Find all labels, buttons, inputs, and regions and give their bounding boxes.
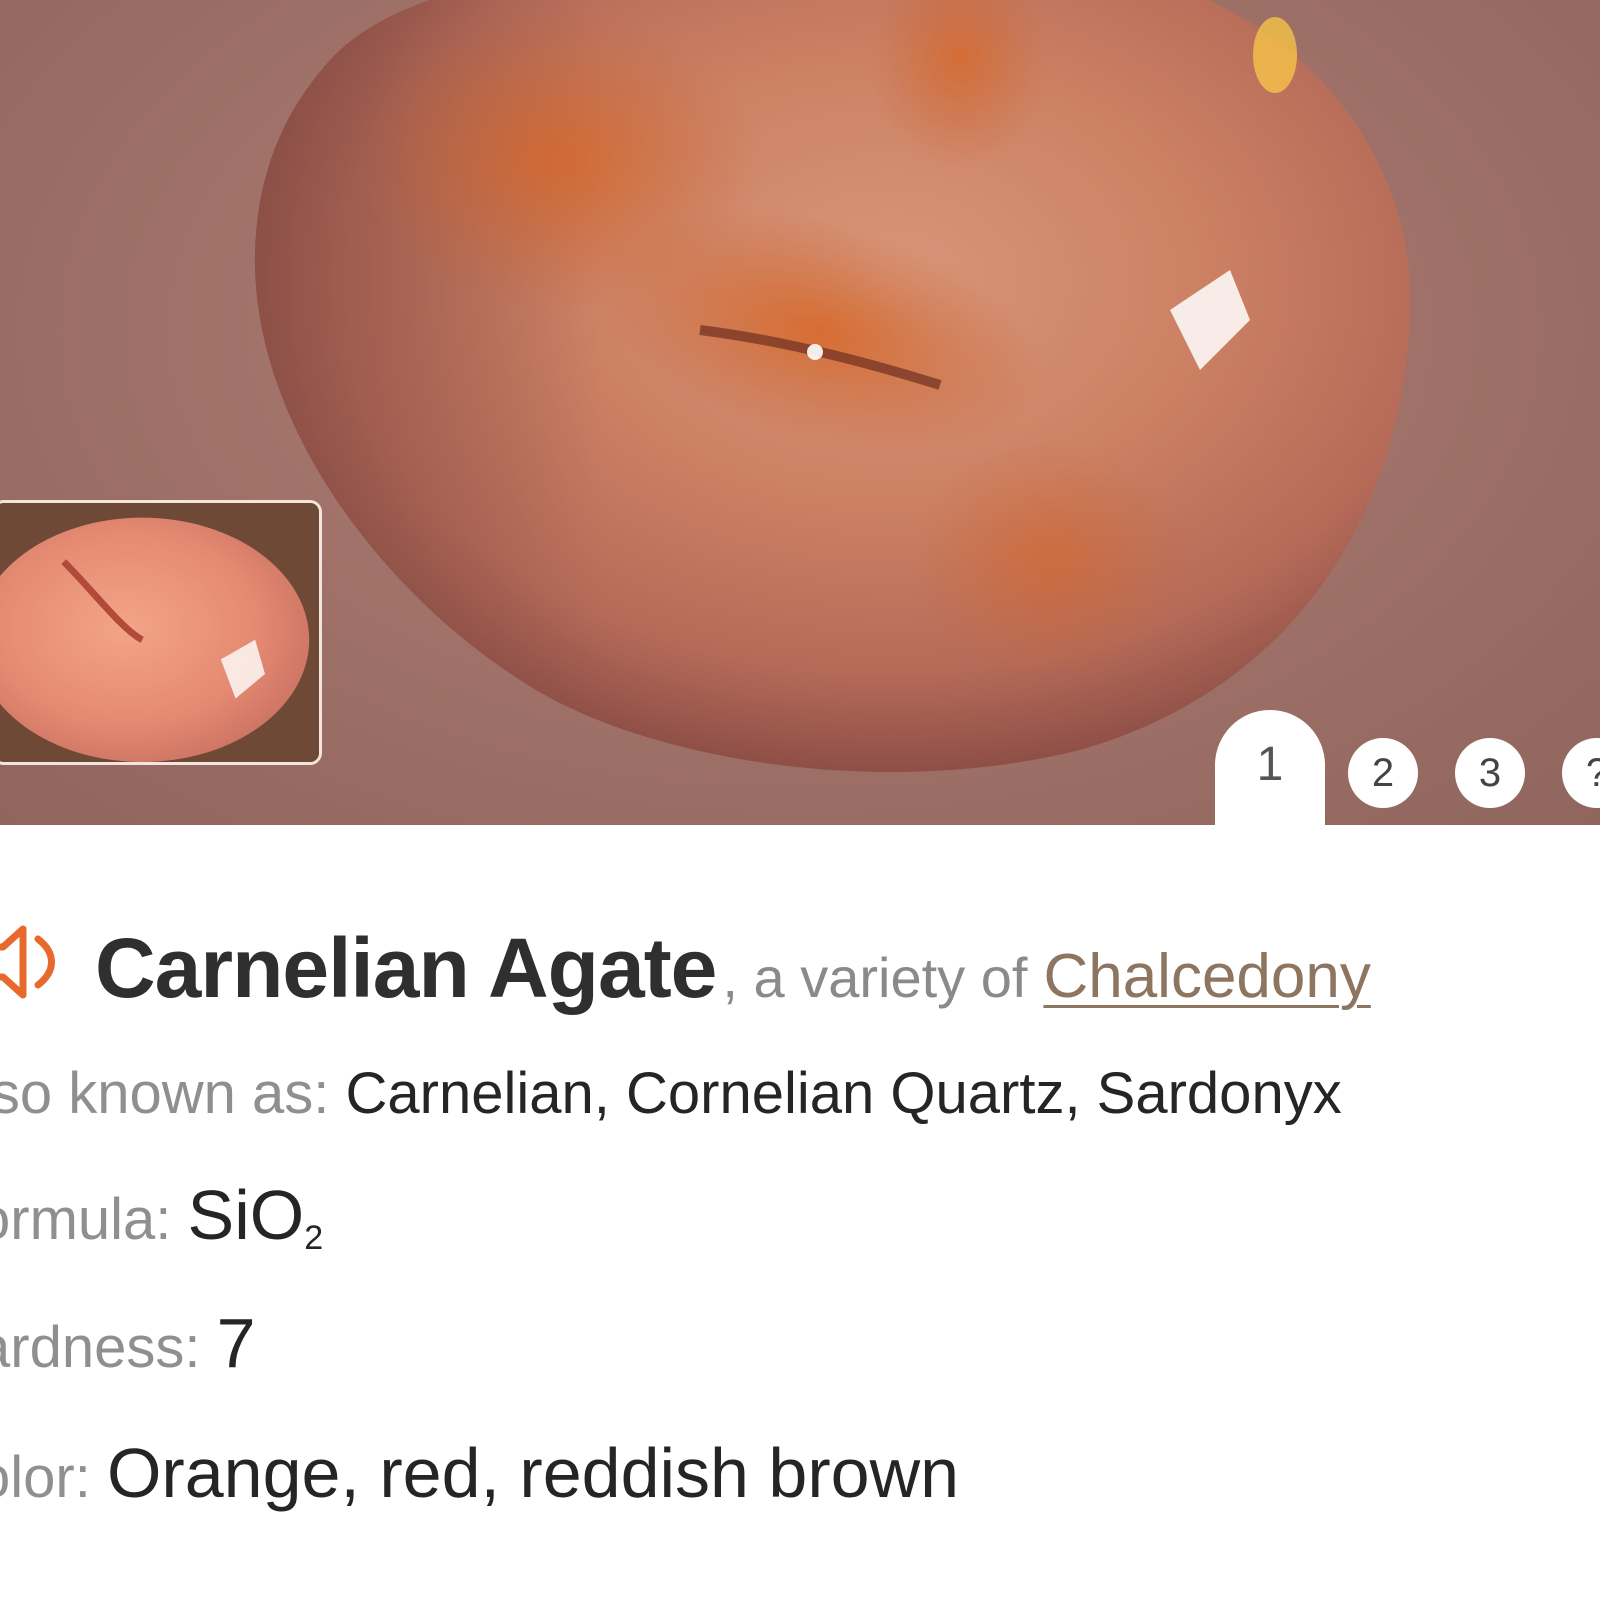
image-pager: 1 2 3 ? — [1215, 710, 1600, 825]
thumbnail-photo — [0, 503, 319, 762]
color-value: Orange, red, reddish brown — [106, 1434, 960, 1512]
color-row: olor: Orange, red, reddish brown — [0, 1433, 959, 1513]
parent-mineral-link[interactable]: Chalcedony — [1043, 941, 1370, 1012]
mineral-name: Carnelian Agate — [95, 921, 717, 1015]
hardness-label: ardness: — [0, 1315, 201, 1380]
aka-label: lso known as: — [0, 1061, 330, 1126]
thumbnail-image[interactable] — [0, 500, 322, 765]
pager-page-active[interactable]: 1 — [1215, 710, 1325, 825]
pager-page-more[interactable]: ? — [1562, 738, 1600, 808]
formula-label: ormula: — [0, 1187, 172, 1252]
aka-value: Carnelian, Cornelian Quartz, Sardonyx — [345, 1061, 1342, 1126]
aka-row: lso known as: Carnelian, Cornelian Quart… — [0, 1060, 1342, 1127]
mineral-title: Carnelian Agate , a variety of Chalcedon… — [0, 920, 1371, 1017]
hardness-value: 7 — [216, 1304, 256, 1382]
mineral-info-panel: Carnelian Agate , a variety of Chalcedon… — [0, 825, 1600, 1600]
hero-image[interactable]: 1 2 3 ? — [0, 0, 1600, 825]
hardness-row: ardness: 7 — [0, 1303, 256, 1383]
formula-value: SiO2 — [187, 1176, 324, 1257]
formula-row: ormula: SiO2 — [0, 1175, 323, 1258]
pager-page-2[interactable]: 2 — [1348, 738, 1418, 808]
pager-page-3[interactable]: 3 — [1455, 738, 1525, 808]
color-label: olor: — [0, 1445, 91, 1510]
variety-text: , a variety of — [722, 946, 1028, 1009]
